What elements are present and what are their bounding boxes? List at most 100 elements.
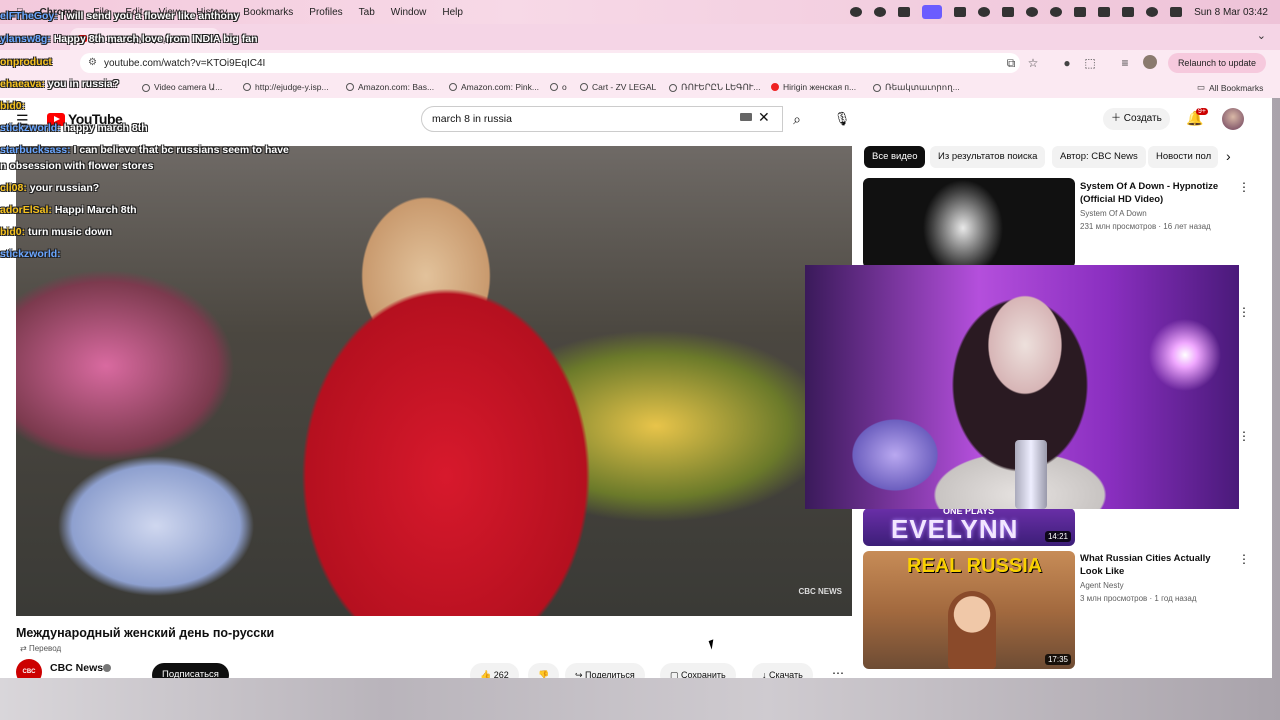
related-thumbnail[interactable]: REAL RUSSIA 17:35 (863, 551, 1075, 669)
chat-text: you in russia? (47, 78, 120, 90)
webcam-overlay (805, 265, 1239, 509)
menu-help[interactable]: Help (442, 7, 463, 18)
related-thumbnail[interactable] (863, 178, 1075, 268)
volume-icon[interactable] (1002, 7, 1015, 17)
save-label: Сохранить (681, 670, 726, 678)
app-icon[interactable] (898, 7, 911, 17)
chat-text: I will send you a flower like anthony (60, 10, 240, 22)
bookmark-item[interactable]: ՌՈՒԵՐԸՆ ԼԵԳՈՒ... (669, 82, 760, 93)
related-thumbnail[interactable]: ONE PLAYS EVELYNN 14:21 (863, 508, 1075, 546)
user-avatar[interactable] (1222, 108, 1244, 130)
bookmark-favicon-icon (771, 83, 779, 91)
related-more-icon[interactable]: ⋮ (1238, 305, 1250, 319)
profile-avatar[interactable] (1143, 55, 1157, 69)
thumb-text: EVELYNN (891, 514, 1019, 544)
chip-from-search[interactable]: Из результатов поиска (930, 146, 1046, 168)
chat-username: elFTheGoy: (0, 10, 58, 22)
wifi-icon[interactable] (1122, 7, 1135, 17)
dislike-button[interactable]: 👎 (528, 663, 560, 678)
playback-icon[interactable] (1026, 7, 1039, 17)
related-channel[interactable]: Agent Nesty (1080, 581, 1124, 590)
search-input[interactable]: march 8 in russia (421, 106, 783, 132)
chat-username: ylansw8g: (0, 33, 51, 45)
bookmark-item[interactable]: Hirigin женская п... (771, 82, 856, 92)
chat-message: n obsession with flower stores (0, 160, 153, 172)
chip-author[interactable]: Автор: CBC News (1052, 146, 1146, 168)
focus-icon[interactable] (1050, 7, 1063, 17)
chat-text: your russian? (29, 182, 100, 194)
all-bookmarks[interactable]: ▭ All Bookmarks (1197, 82, 1263, 93)
screen-share-icon[interactable] (922, 5, 943, 19)
bookmark-item[interactable]: Amazon.com: Pink... (449, 82, 539, 92)
chat-message: stickzworld: happy march 8th (0, 122, 148, 134)
bookmark-item[interactable]: Amazon.com: Bas... (346, 82, 434, 92)
keyboard-icon[interactable] (740, 113, 752, 121)
search-button[interactable]: ⌕ (783, 106, 811, 132)
media-controls-icon[interactable]: ≡ (1118, 56, 1132, 70)
control-center-icon[interactable] (1170, 7, 1183, 17)
related-more-icon[interactable]: ⋮ (1238, 552, 1250, 566)
like-count: 262 (493, 670, 509, 678)
battery-icon[interactable] (1098, 7, 1111, 17)
bookmark-favicon-icon (550, 83, 558, 91)
spotlight-icon[interactable] (1146, 7, 1159, 17)
bookmark-item[interactable]: Cart - ZV LEGAL (580, 82, 656, 92)
like-button[interactable]: 👍 262 (470, 663, 519, 678)
related-channel[interactable]: System Of A Down (1080, 209, 1147, 218)
subscribe-button[interactable]: Подписаться (152, 663, 229, 678)
bookmark-item[interactable]: o (550, 82, 567, 92)
chat-username: onproduct (0, 56, 52, 68)
menu-tab[interactable]: Tab (359, 7, 375, 18)
extensions-puzzle-icon[interactable]: ⬚ (1083, 56, 1097, 70)
share-label: Поделиться (585, 670, 635, 678)
related-more-icon[interactable]: ⋮ (1238, 180, 1250, 194)
video-duration: 17:35 (1044, 654, 1071, 665)
bookmark-item[interactable]: Ռեակտաւորող... (873, 82, 960, 93)
voice-search-icon[interactable]: 🎙 (830, 106, 854, 132)
bookmark-label: Amazon.com: Bas... (358, 82, 435, 92)
more-actions-icon[interactable]: ⋯ (832, 666, 844, 678)
bluetooth-icon[interactable] (954, 7, 967, 17)
share-button[interactable]: ↪ Поделиться (565, 663, 645, 678)
chat-text: turn music down (28, 226, 113, 238)
record-icon[interactable] (850, 7, 863, 17)
keyboard-layout-icon[interactable] (1074, 7, 1087, 17)
related-title[interactable]: What Russian Cities Actually Look Like (1080, 552, 1230, 578)
related-meta: 231 млн просмотров · 16 лет назад (1080, 222, 1211, 231)
stream-chat-overlay: elFTheGoy: I will send you a flower like… (0, 10, 340, 260)
extension-icon[interactable]: ● (1060, 56, 1074, 70)
chip-next-icon[interactable]: › (1226, 148, 1231, 164)
tab-search-chevron-icon[interactable]: ⌄ (1257, 29, 1266, 42)
chat-text: Happy 8th march love from INDIA big fan (53, 33, 258, 45)
chat-username: bid0: (0, 226, 26, 238)
related-title[interactable]: System Of A Down - Hypnotize (Official H… (1080, 180, 1230, 206)
translate-link[interactable]: ⇄ Перевод (20, 644, 61, 653)
chat-username: ehaeava: (0, 78, 45, 90)
chat-message: ehaeava: you in russia? (0, 78, 119, 90)
chat-message: elFTheGoy: I will send you a flower like… (0, 10, 239, 22)
amazon-icon (346, 83, 354, 91)
create-label: Создать (1123, 113, 1162, 124)
clear-search-icon[interactable]: ✕ (758, 109, 770, 126)
translate-label: Перевод (28, 644, 62, 653)
bookmark-star-icon[interactable]: ☆ (1026, 56, 1040, 70)
related-meta: 3 млн просмотров · 1 год назад (1080, 594, 1197, 603)
create-button[interactable]: ＋ Создать (1103, 108, 1170, 130)
menubar-clock[interactable]: Sun 8 Mar 03:42 (1194, 7, 1268, 18)
chat-message: cli08: your russian? (0, 182, 99, 194)
channel-name[interactable]: CBC News (50, 662, 103, 674)
related-more-icon[interactable]: ⋮ (1238, 429, 1250, 443)
obs-icon[interactable] (874, 7, 887, 17)
relaunch-button[interactable]: Relaunch to update (1167, 53, 1266, 73)
bookmark-favicon-icon (580, 83, 588, 91)
save-button[interactable]: ▢ Сохранить (660, 663, 736, 678)
creative-cloud-icon[interactable] (978, 7, 991, 17)
chat-username: stickzworld: (0, 248, 61, 260)
channel-avatar[interactable]: CBC NEWS (16, 659, 42, 678)
install-app-icon[interactable]: ⧉ (1004, 56, 1018, 70)
chip-all-videos[interactable]: Все видео (864, 146, 926, 168)
chat-username: cli08: (0, 182, 27, 194)
menu-window[interactable]: Window (391, 7, 427, 18)
download-button[interactable]: ↓ Скачать (752, 663, 813, 678)
chip-news[interactable]: Новости пол (1148, 146, 1218, 168)
